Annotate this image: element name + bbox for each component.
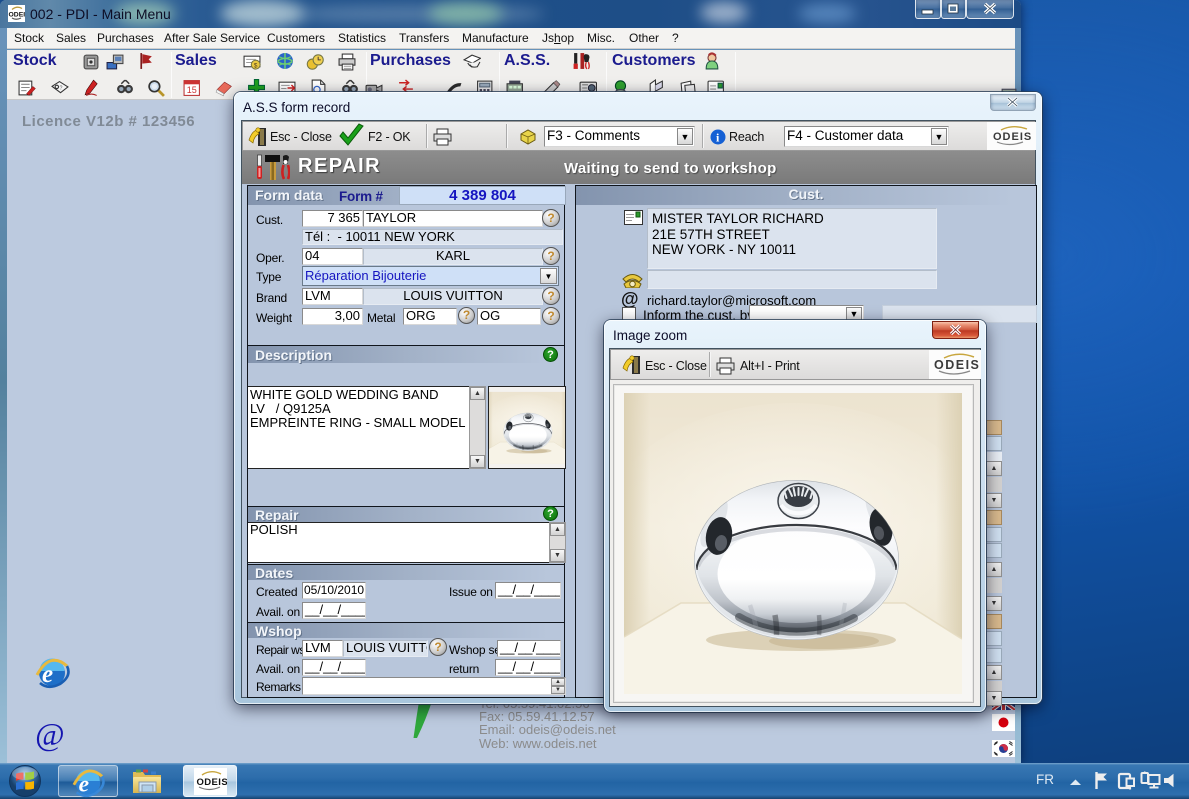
svg-text:ODEIS: ODEIS <box>993 131 1032 143</box>
svg-text:ODEIS: ODEIS <box>934 358 980 372</box>
svg-text:$: $ <box>254 62 258 69</box>
svg-text:ODEIS: ODEIS <box>197 777 228 788</box>
svg-text:?: ? <box>59 86 62 92</box>
svg-text:ODEIS: ODEIS <box>9 12 26 19</box>
svg-text:15: 15 <box>187 85 197 95</box>
